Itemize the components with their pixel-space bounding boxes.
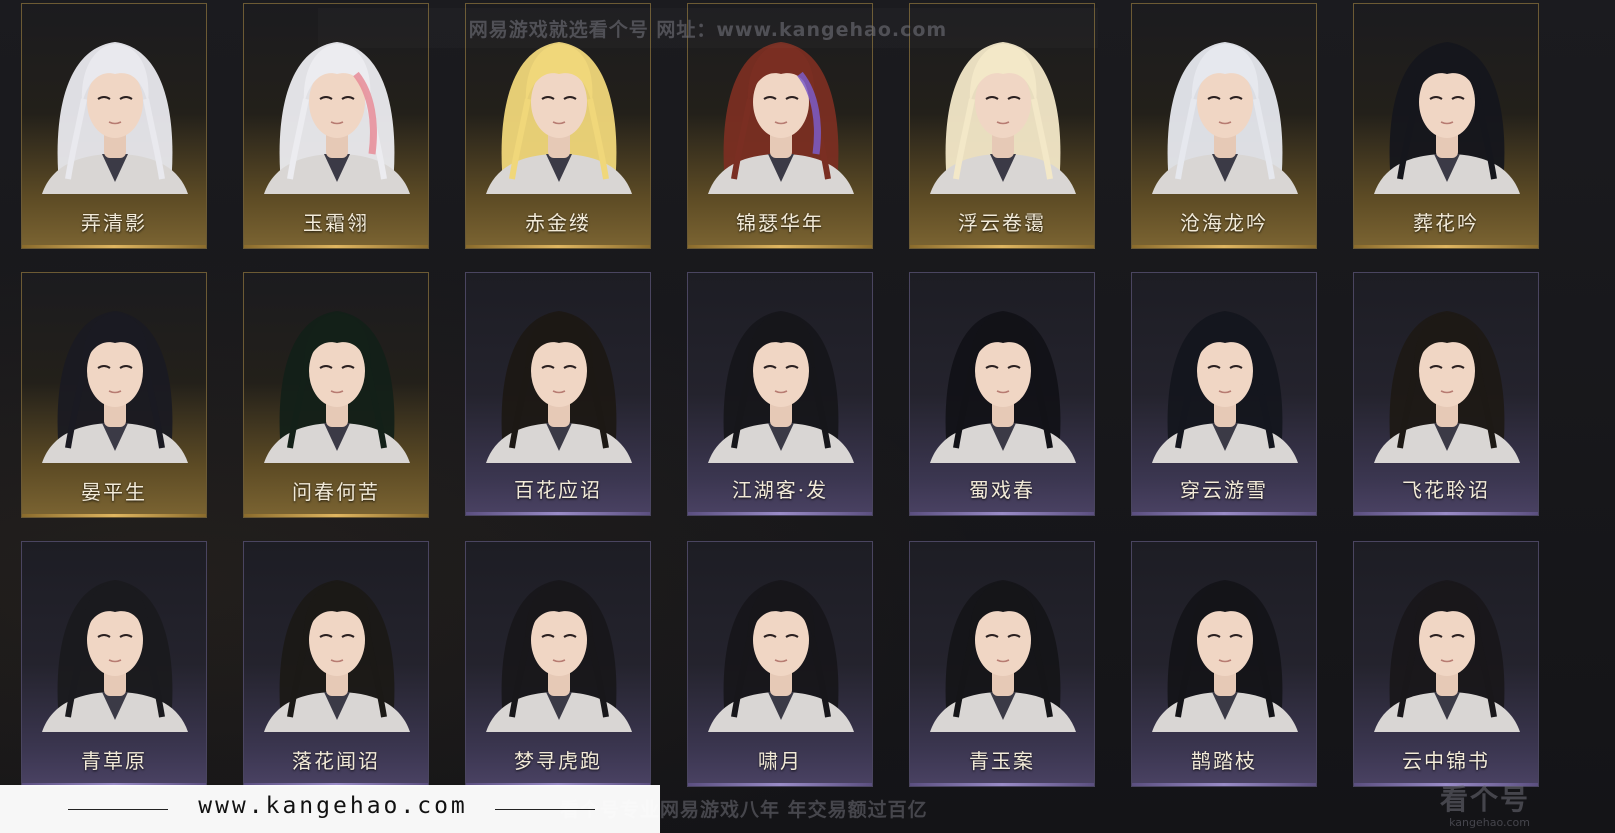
watermark-logo-text: 看个号	[1440, 783, 1531, 816]
character-portrait	[486, 580, 632, 732]
tier-underline	[1354, 245, 1538, 248]
hairstyle-name: 玉霜翎	[303, 211, 369, 235]
character-portrait	[1374, 311, 1520, 463]
hairstyle-name: 青玉案	[969, 749, 1035, 773]
character-portrait	[264, 580, 410, 732]
tier-underline	[688, 783, 872, 786]
character-portrait	[1374, 42, 1520, 194]
character-portrait	[708, 311, 854, 463]
watermark-logo-sub: kangehao.com	[1449, 816, 1531, 829]
character-portrait	[1152, 42, 1298, 194]
portrait-frame	[466, 273, 650, 463]
character-portrait	[708, 580, 854, 732]
site-banner: www.kangehao.com	[0, 785, 660, 833]
hairstyle-card[interactable]: 啸月	[687, 541, 873, 787]
hairstyle-card[interactable]: 梦寻虎跑	[465, 541, 651, 787]
banner-url[interactable]: www.kangehao.com	[178, 793, 488, 819]
character-portrait	[486, 311, 632, 463]
character-portrait	[1152, 311, 1298, 463]
tier-underline	[688, 512, 872, 515]
hairstyle-card[interactable]: 青玉案	[909, 541, 1095, 787]
character-portrait	[264, 311, 410, 463]
tier-underline	[22, 514, 206, 517]
portrait-frame	[22, 273, 206, 463]
hairstyle-grid: 弄清影 玉霜翎 赤金缕 锦瑟华年 浮云卷霭 沧海龙吟 葬花吟晏平生 问春何苦 百花应诏 江湖客·发…	[0, 0, 1615, 833]
tier-underline	[910, 245, 1094, 248]
banner-divider-left	[68, 809, 168, 810]
hairstyle-card[interactable]: 飞花聆诏	[1353, 272, 1539, 516]
portrait-frame	[1132, 273, 1316, 463]
hairstyle-name: 问春何苦	[292, 480, 380, 504]
tier-underline	[244, 245, 428, 248]
portrait-frame	[1354, 4, 1538, 194]
hairstyle-card[interactable]: 青草原	[21, 541, 207, 787]
tier-underline	[244, 514, 428, 517]
tier-underline	[910, 783, 1094, 786]
portrait-frame	[688, 273, 872, 463]
portrait-frame	[1132, 542, 1316, 732]
hairstyle-name: 百花应诏	[514, 478, 602, 502]
hairstyle-name: 飞花聆诏	[1402, 478, 1490, 502]
character-portrait	[1152, 580, 1298, 732]
hairstyle-name: 落花闻诏	[292, 749, 380, 773]
hairstyle-name: 梦寻虎跑	[514, 749, 602, 773]
hairstyle-name: 青草原	[81, 749, 147, 773]
character-portrait	[42, 42, 188, 194]
hairstyle-card[interactable]: 百花应诏	[465, 272, 651, 516]
hairstyle-name: 浮云卷霭	[958, 211, 1046, 235]
tier-underline	[466, 245, 650, 248]
portrait-frame	[1354, 273, 1538, 463]
character-portrait	[1374, 580, 1520, 732]
hairstyle-name: 锦瑟华年	[736, 211, 824, 235]
portrait-frame	[1132, 4, 1316, 194]
hairstyle-card[interactable]: 云中锦书	[1353, 541, 1539, 787]
tier-underline	[910, 512, 1094, 515]
hairstyle-card[interactable]: 晏平生	[21, 272, 207, 518]
character-portrait	[42, 311, 188, 463]
portrait-frame	[22, 542, 206, 732]
tier-underline	[466, 512, 650, 515]
hairstyle-card[interactable]: 蜀戏春	[909, 272, 1095, 516]
hairstyle-card[interactable]: 落花闻诏	[243, 541, 429, 787]
hairstyle-card[interactable]: 问春何苦	[243, 272, 429, 518]
hairstyle-name: 穿云游雪	[1180, 478, 1268, 502]
portrait-frame	[688, 542, 872, 732]
hairstyle-card[interactable]: 弄清影	[21, 3, 207, 249]
hairstyle-name: 晏平生	[81, 480, 147, 504]
tier-underline	[688, 245, 872, 248]
character-portrait	[42, 580, 188, 732]
portrait-frame	[22, 4, 206, 194]
hairstyle-card[interactable]: 沧海龙吟	[1131, 3, 1317, 249]
hairstyle-name: 弄清影	[81, 211, 147, 235]
hairstyle-name: 蜀戏春	[969, 478, 1035, 502]
hairstyle-name: 鹊踏枝	[1191, 749, 1257, 773]
tier-underline	[1132, 245, 1316, 248]
portrait-frame	[1354, 542, 1538, 732]
hairstyle-card[interactable]: 葬花吟	[1353, 3, 1539, 249]
tier-underline	[1132, 512, 1316, 515]
character-portrait	[930, 580, 1076, 732]
hairstyle-name: 葬花吟	[1413, 211, 1479, 235]
hairstyle-name: 赤金缕	[525, 211, 591, 235]
portrait-frame	[244, 273, 428, 463]
hairstyle-card[interactable]: 穿云游雪	[1131, 272, 1317, 516]
tier-underline	[22, 245, 206, 248]
watermark-logo: 看个号 kangehao.com	[1440, 778, 1530, 829]
portrait-frame	[466, 542, 650, 732]
portrait-frame	[244, 542, 428, 732]
watermark-top: 网易游戏就选看个号 网址：www.kangehao.com	[468, 18, 948, 41]
hairstyle-card[interactable]: 鹊踏枝	[1131, 541, 1317, 787]
character-portrait	[930, 311, 1076, 463]
hairstyle-name: 云中锦书	[1402, 749, 1490, 773]
banner-divider-right	[495, 809, 595, 810]
tier-underline	[1132, 783, 1316, 786]
hairstyle-name: 江湖客·发	[731, 478, 829, 502]
hairstyle-name: 啸月	[758, 749, 802, 773]
hairstyle-card[interactable]: 江湖客·发	[687, 272, 873, 516]
tier-underline	[1354, 512, 1538, 515]
portrait-frame	[910, 273, 1094, 463]
portrait-frame	[910, 542, 1094, 732]
hairstyle-name: 沧海龙吟	[1180, 211, 1268, 235]
